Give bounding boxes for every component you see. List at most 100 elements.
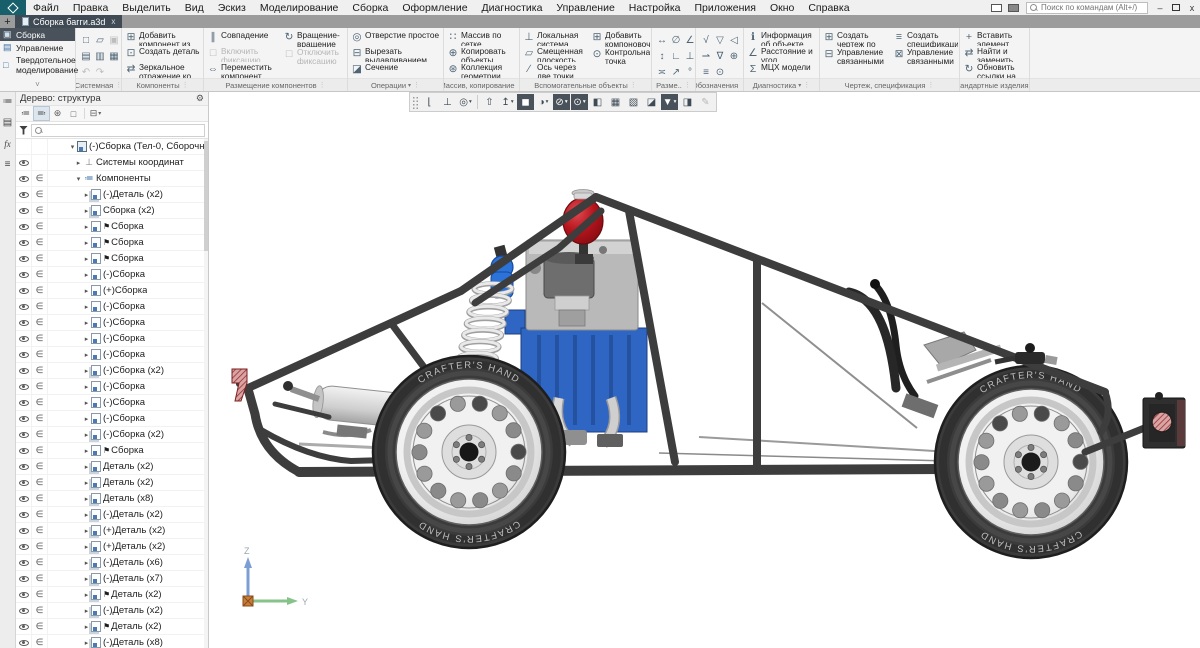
include-cell[interactable]: ∈ — [32, 171, 48, 186]
coordinate-triad[interactable]: Z Y — [243, 546, 308, 607]
offset-plane-button[interactable]: ▱Смещенная плоскость — [522, 46, 588, 62]
include-cell[interactable]: ∈ — [32, 603, 48, 618]
include-cell[interactable]: ∈ — [32, 619, 48, 634]
mode-tab-management[interactable]: ▤Управление — [0, 41, 75, 54]
tree-view-sequence[interactable]: ≕ — [34, 107, 49, 120]
include-cell[interactable]: ∈ — [32, 187, 48, 202]
include-cell[interactable]: ∈ — [32, 475, 48, 490]
expand-arrow-icon[interactable]: ▸ — [82, 303, 91, 311]
weld-symbol-button[interactable]: ◁ — [730, 35, 738, 46]
include-cell[interactable]: ∈ — [32, 587, 48, 602]
tree-view-structure[interactable]: ≔ — [18, 107, 33, 120]
csys-orientation-button[interactable]: ⌊ — [421, 94, 438, 110]
position-symbol-button[interactable]: ⊕ — [730, 51, 738, 62]
include-cell[interactable]: ∈ — [32, 203, 48, 218]
menu-item[interactable]: Справка — [801, 2, 856, 14]
tree-item[interactable]: ∈▸(-)Сборка — [16, 267, 208, 283]
tree-item[interactable]: ∈▸(-)Сборка — [16, 411, 208, 427]
view-orientation-button[interactable]: ↥▾ — [499, 94, 516, 110]
tree-item[interactable]: ∈▸⚑Деталь (x2) — [16, 587, 208, 603]
include-cell[interactable]: ∈ — [32, 491, 48, 506]
sketch-edit-button[interactable]: ✎ — [697, 94, 714, 110]
menu-item[interactable]: Диагностика — [475, 2, 550, 14]
include-cell[interactable]: ∈ — [32, 523, 48, 538]
document-properties-button[interactable]: ▦ — [109, 51, 118, 62]
expand-arrow-icon[interactable]: ▸ — [82, 623, 91, 631]
tree-search-input[interactable] — [31, 124, 205, 137]
expand-arrow-icon[interactable]: ▸ — [82, 271, 91, 279]
visibility-cell[interactable] — [16, 411, 32, 426]
command-search[interactable] — [1026, 2, 1148, 14]
panel-tree[interactable]: ≔ — [3, 97, 13, 107]
visibility-cell[interactable] — [16, 283, 32, 298]
insert-element-button[interactable]: +Вставить элемент — [962, 30, 1028, 46]
redo-button[interactable]: ↷ — [96, 67, 104, 78]
tree-view-areas[interactable]: □ — [66, 107, 81, 120]
visibility-cell[interactable] — [16, 555, 32, 570]
menu-item[interactable]: Оформление — [395, 2, 474, 14]
eye-icon[interactable] — [19, 400, 29, 406]
expand-arrow-icon[interactable]: ▸ — [82, 511, 91, 519]
include-cell[interactable]: ∈ — [32, 251, 48, 266]
visibility-cell[interactable] — [16, 635, 32, 648]
visibility-cell[interactable] — [16, 459, 32, 474]
coincidence-mate-button[interactable]: ∥Совпадение — [206, 30, 280, 46]
eye-icon[interactable] — [19, 336, 29, 342]
include-cell[interactable]: ∈ — [32, 571, 48, 586]
include-cell[interactable]: ∈ — [32, 411, 48, 426]
isolate-mode-button[interactable]: ◨ — [679, 94, 696, 110]
expand-arrow-icon[interactable]: ▾ — [68, 143, 77, 151]
visibility-cell[interactable] — [16, 347, 32, 362]
geometry-collection-button[interactable]: ⊛Коллекция геометрии — [446, 62, 518, 78]
menu-item[interactable]: Файл — [26, 2, 66, 14]
visibility-cell[interactable] — [16, 203, 32, 218]
include-cell[interactable]: ∈ — [32, 347, 48, 362]
tree-item[interactable]: ∈▸⚑Сборка — [16, 251, 208, 267]
tree-item[interactable]: ∈▸(-)Сборка — [16, 395, 208, 411]
tree-item[interactable]: ∈▾≔Компоненты — [16, 171, 208, 187]
panel-variables[interactable]: fx — [4, 139, 11, 149]
orientation-up-button[interactable]: ⇧ — [481, 94, 498, 110]
tree-item[interactable]: ∈▸(-)Сборка — [16, 299, 208, 315]
include-cell[interactable]: ∈ — [32, 443, 48, 458]
diameter-dimension-button[interactable]: ∅ — [672, 35, 681, 46]
expand-arrow-icon[interactable]: ▸ — [82, 559, 91, 567]
datum-dimension-button[interactable]: ⊥ — [686, 51, 695, 62]
mirror-component-button[interactable]: ⇄Зеркальное отражение ко... — [124, 62, 202, 78]
expand-arrow-icon[interactable]: ▸ — [82, 223, 91, 231]
tree-item[interactable]: ∈▸Деталь (x2) — [16, 475, 208, 491]
disable-fixation-button[interactable]: □Отключить фиксацию — [282, 47, 346, 64]
menu-item[interactable]: Эскиз — [211, 2, 253, 14]
distance-and-angle-button[interactable]: ∠Расстояние и угол — [746, 46, 818, 62]
expand-arrow-icon[interactable]: ▸ — [82, 463, 91, 471]
tree-item[interactable]: ∈▸(-)Деталь (x6) — [16, 555, 208, 571]
create-specification-button[interactable]: ≡Создать спецификаци... — [892, 30, 958, 47]
tree-item[interactable]: ∈▸⚑Деталь (x2) — [16, 619, 208, 635]
new-document-button[interactable]: □ — [83, 35, 89, 46]
eye-icon[interactable] — [19, 320, 29, 326]
display-mode-button[interactable]: ◑▾ — [535, 94, 552, 110]
eye-icon[interactable] — [19, 528, 29, 534]
ribbon-collapse-button[interactable]: ˅ — [0, 80, 75, 91]
visibility-cell[interactable] — [16, 331, 32, 346]
eye-icon[interactable] — [19, 352, 29, 358]
expand-arrow-icon[interactable]: ▸ — [82, 335, 91, 343]
menu-item[interactable]: Настройка — [622, 2, 688, 14]
eye-icon[interactable] — [19, 576, 29, 582]
menu-item[interactable]: Приложения — [688, 2, 763, 14]
gear-icon[interactable]: ⚙ — [196, 93, 204, 104]
eye-icon[interactable] — [19, 560, 29, 566]
print-preview-button[interactable]: ▥ — [95, 51, 104, 62]
clipping-button[interactable]: ▦ — [607, 94, 624, 110]
tree-item[interactable]: ▸⊥Системы координат — [16, 155, 208, 171]
expand-arrow-icon[interactable]: ▸ — [82, 607, 91, 615]
include-cell[interactable]: ∈ — [32, 459, 48, 474]
appearance-button[interactable]: ▧ — [625, 94, 642, 110]
roughness-symbol-button[interactable]: √ — [703, 35, 709, 46]
expand-arrow-icon[interactable]: ▸ — [82, 399, 91, 407]
expand-arrow-icon[interactable]: ▸ — [82, 415, 91, 423]
copy-objects-button[interactable]: ⊕Копировать объекты — [446, 46, 518, 62]
expand-arrow-icon[interactable]: ▾ — [74, 175, 83, 183]
eye-icon[interactable] — [19, 640, 29, 646]
eye-icon[interactable] — [19, 480, 29, 486]
